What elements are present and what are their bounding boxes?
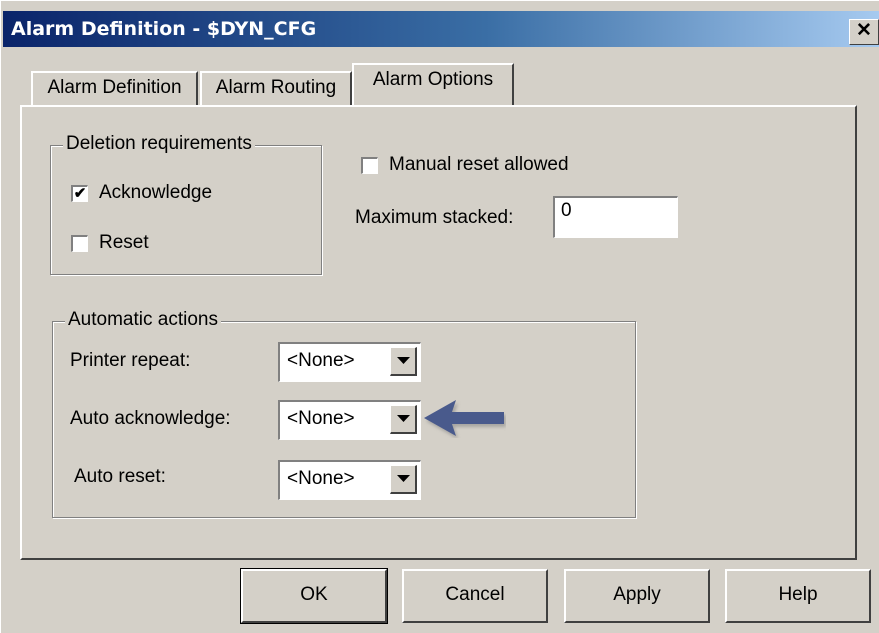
deletion-requirements-group: Deletion requirements ✔ Acknowledge Rese… bbox=[50, 133, 322, 275]
chevron-down-icon bbox=[397, 357, 410, 364]
auto-reset-select[interactable]: <None> bbox=[278, 460, 421, 500]
acknowledge-checkbox[interactable]: ✔ bbox=[71, 184, 88, 202]
reset-checkbox[interactable] bbox=[71, 234, 88, 252]
close-icon: ✕ bbox=[856, 20, 872, 41]
tab-alarm-definition[interactable]: Alarm Definition bbox=[31, 71, 198, 105]
printer-repeat-select[interactable]: <None> bbox=[278, 342, 421, 382]
manual-reset-checkbox-row[interactable]: Manual reset allowed bbox=[361, 154, 569, 176]
auto-acknowledge-label: Auto acknowledge: bbox=[70, 408, 231, 429]
select-value: <None> bbox=[287, 468, 355, 489]
acknowledge-checkbox-row[interactable]: ✔ Acknowledge bbox=[71, 182, 212, 204]
help-button[interactable]: Help bbox=[725, 569, 871, 623]
tab-label: Alarm Routing bbox=[215, 77, 337, 98]
manual-reset-label: Manual reset allowed bbox=[389, 154, 569, 175]
window-title: Alarm Definition - $DYN_CFG bbox=[11, 18, 317, 40]
group-title: Deletion requirements bbox=[63, 133, 255, 155]
auto-acknowledge-select[interactable]: <None> bbox=[278, 400, 421, 440]
auto-reset-label: Auto reset: bbox=[74, 466, 166, 487]
title-bar: Alarm Definition - $DYN_CFG ✕ bbox=[3, 11, 879, 47]
tab-alarm-routing[interactable]: Alarm Routing bbox=[200, 71, 352, 105]
tab-alarm-options[interactable]: Alarm Options bbox=[352, 63, 514, 105]
chevron-down-icon bbox=[397, 415, 410, 422]
reset-checkbox-row[interactable]: Reset bbox=[71, 232, 149, 254]
automatic-actions-group: Automatic actions Printer repeat: <None>… bbox=[52, 309, 636, 518]
alarm-options-panel: Deletion requirements ✔ Acknowledge Rese… bbox=[20, 105, 857, 560]
close-button[interactable]: ✕ bbox=[849, 19, 879, 45]
ok-button[interactable]: OK bbox=[240, 568, 388, 624]
apply-button[interactable]: Apply bbox=[564, 569, 710, 623]
chevron-down-icon bbox=[397, 475, 410, 482]
alarm-definition-dialog: Alarm Definition - $DYN_CFG ✕ Alarm Defi… bbox=[0, 0, 879, 633]
maximum-stacked-input[interactable]: 0 bbox=[553, 196, 678, 238]
tab-label: Alarm Options bbox=[372, 69, 494, 90]
annotation-arrow-icon bbox=[424, 400, 504, 436]
select-value: <None> bbox=[287, 408, 355, 429]
maximum-stacked-label: Maximum stacked: bbox=[355, 207, 514, 228]
select-value: <None> bbox=[287, 350, 355, 371]
dropdown-button[interactable] bbox=[390, 465, 417, 494]
manual-reset-checkbox[interactable] bbox=[361, 156, 378, 174]
group-title: Automatic actions bbox=[65, 309, 221, 331]
reset-label: Reset bbox=[99, 232, 149, 253]
dropdown-button[interactable] bbox=[390, 347, 417, 376]
dropdown-button[interactable] bbox=[390, 405, 417, 434]
acknowledge-label: Acknowledge bbox=[99, 182, 213, 203]
tab-label: Alarm Definition bbox=[47, 77, 182, 98]
printer-repeat-label: Printer repeat: bbox=[70, 350, 191, 371]
cancel-button[interactable]: Cancel bbox=[402, 569, 548, 623]
